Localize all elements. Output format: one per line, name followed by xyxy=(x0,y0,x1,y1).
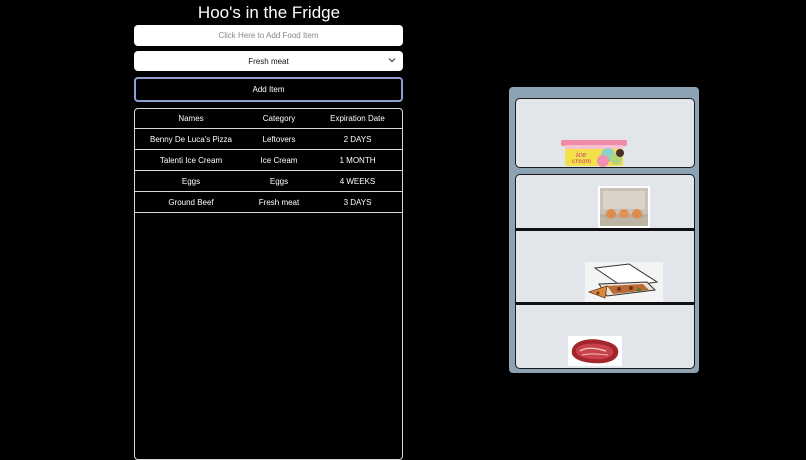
category-select[interactable]: Fresh meat xyxy=(134,51,403,71)
cell-category: Ice Cream xyxy=(260,155,298,165)
cell-category: Leftovers xyxy=(262,134,296,144)
food-item-input[interactable] xyxy=(134,25,403,46)
table-row[interactable]: Ground Beef Fresh meat 3 DAYS xyxy=(135,192,402,213)
cell-name: Eggs xyxy=(181,176,201,186)
category-selected-value: Fresh meat xyxy=(248,56,289,66)
cell-name: Talenti Ice Cream xyxy=(159,155,223,165)
header-names: Names xyxy=(178,114,204,123)
add-item-button-label: Add Item xyxy=(252,85,285,94)
page-title: Hoo's in the Fridge xyxy=(197,3,341,22)
table-header-row: Names Category Expiration Date xyxy=(135,109,402,129)
food-table: Names Category Expiration Date Benny De … xyxy=(134,108,403,460)
header-category: Category xyxy=(262,114,296,123)
cell-category: Fresh meat xyxy=(258,197,300,207)
cell-name: Benny De Luca's Pizza xyxy=(149,134,232,144)
table-row[interactable]: Eggs Eggs 4 WEEKS xyxy=(135,171,402,192)
steak-icon xyxy=(568,336,622,366)
table-row[interactable]: Benny De Luca's Pizza Leftovers 2 DAYS xyxy=(135,129,402,150)
eggs-icon xyxy=(598,186,650,228)
cell-expiration: 4 WEEKS xyxy=(339,176,376,186)
ice-cream-icon: ice cream xyxy=(561,140,627,167)
shelf-divider xyxy=(515,228,695,231)
chevron-down-icon xyxy=(388,58,396,63)
header-expiration: Expiration Date xyxy=(330,114,385,123)
shelf-divider xyxy=(515,302,695,305)
cell-name: Ground Beef xyxy=(168,197,214,207)
cell-expiration: 1 MONTH xyxy=(339,155,376,165)
pizza-icon xyxy=(585,262,663,302)
cell-expiration: 2 DAYS xyxy=(343,134,372,144)
cell-category: Eggs xyxy=(269,176,289,186)
cell-expiration: 3 DAYS xyxy=(343,197,372,207)
table-row[interactable]: Talenti Ice Cream Ice Cream 1 MONTH xyxy=(135,150,402,171)
add-item-button[interactable]: Add Item xyxy=(134,77,403,102)
ice-cream-label-2: cream xyxy=(572,158,591,165)
